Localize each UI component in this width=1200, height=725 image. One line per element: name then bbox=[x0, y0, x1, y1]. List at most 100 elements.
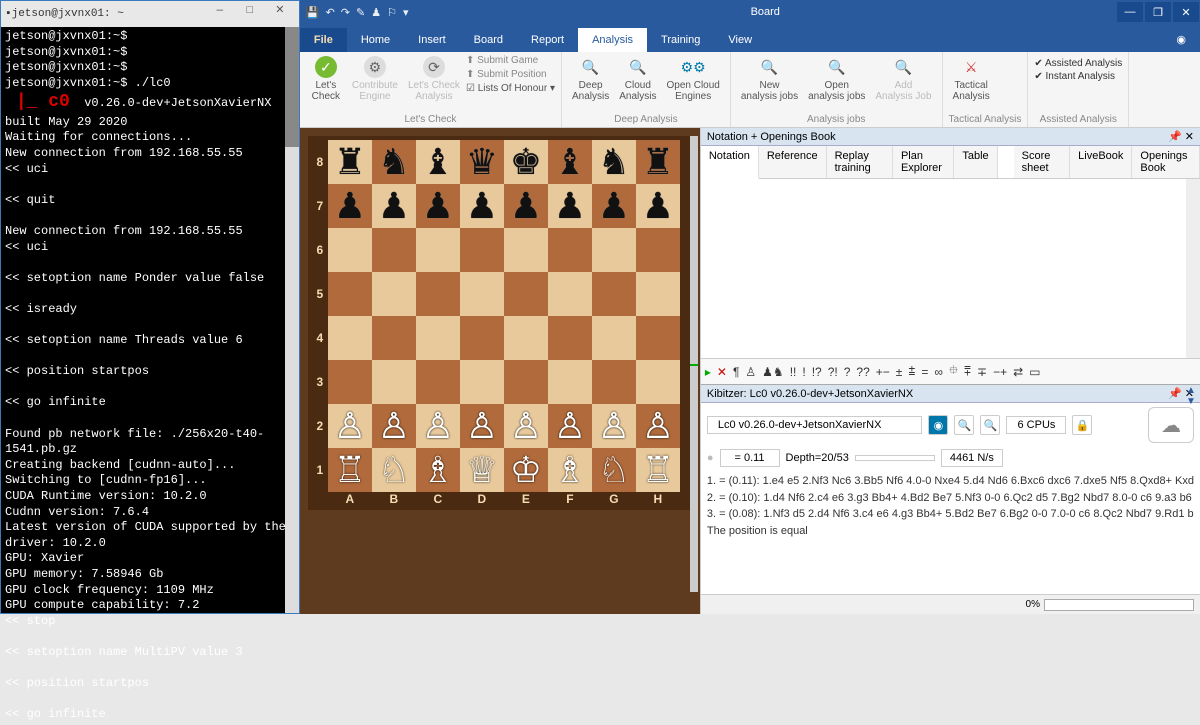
symbol-wslight[interactable]: ⩲ bbox=[908, 364, 915, 379]
notation-scrollbar[interactable] bbox=[1186, 179, 1200, 358]
square[interactable] bbox=[460, 360, 504, 404]
tab-report[interactable]: Report bbox=[517, 28, 578, 52]
cpu-count[interactable]: 6 CPUs bbox=[1006, 416, 1066, 434]
cloud-icon[interactable]: ☁ bbox=[1148, 407, 1194, 443]
symbol-blunder[interactable]: ?? bbox=[856, 365, 869, 379]
piece[interactable]: ♟ bbox=[554, 188, 586, 224]
app-close-button[interactable]: ✕ bbox=[1173, 2, 1199, 22]
undo-icon[interactable]: ↶ bbox=[326, 6, 335, 19]
square[interactable] bbox=[460, 316, 504, 360]
square[interactable] bbox=[372, 228, 416, 272]
zoom-in-icon[interactable]: 🔍 bbox=[954, 415, 974, 435]
nav-first-icon[interactable]: ▸ bbox=[705, 365, 711, 379]
app-minimize-button[interactable]: — bbox=[1117, 2, 1143, 22]
square[interactable]: ♕ bbox=[460, 448, 504, 492]
square[interactable]: ♙ bbox=[548, 404, 592, 448]
square[interactable]: ♗ bbox=[416, 448, 460, 492]
piece[interactable]: ♗ bbox=[422, 452, 454, 488]
lets-check-button[interactable]: ✓Let's Check bbox=[306, 54, 346, 112]
square[interactable]: ♚ bbox=[504, 140, 548, 184]
square[interactable] bbox=[460, 228, 504, 272]
piece[interactable]: ♘ bbox=[598, 452, 630, 488]
square[interactable] bbox=[328, 316, 372, 360]
square[interactable]: ♙ bbox=[416, 404, 460, 448]
square[interactable]: ♟ bbox=[328, 184, 372, 228]
square[interactable]: ♟ bbox=[548, 184, 592, 228]
piece[interactable]: ♚ bbox=[510, 144, 542, 180]
square[interactable]: ♛ bbox=[460, 140, 504, 184]
square[interactable] bbox=[548, 360, 592, 404]
brush-icon[interactable]: ✎ bbox=[356, 6, 365, 19]
notation-tab-openings[interactable]: Openings Book bbox=[1132, 146, 1200, 178]
piece[interactable]: ♟ bbox=[422, 188, 454, 224]
piece[interactable]: ♖ bbox=[642, 452, 674, 488]
piece[interactable]: ♘ bbox=[378, 452, 410, 488]
tab-file[interactable]: File bbox=[300, 28, 347, 52]
piece[interactable]: ♙ bbox=[554, 408, 586, 444]
notation-tab-scoresheet[interactable]: Score sheet bbox=[1014, 146, 1070, 178]
flag-icon[interactable]: ⚐ bbox=[387, 6, 397, 19]
square[interactable] bbox=[416, 272, 460, 316]
app-restore-button[interactable]: ❐ bbox=[1145, 2, 1171, 22]
square[interactable]: ♟ bbox=[592, 184, 636, 228]
tactical-analysis-button[interactable]: ⚔Tactical Analysis bbox=[949, 54, 994, 112]
notation-tab-plan[interactable]: Plan Explorer bbox=[893, 146, 954, 178]
chess-board[interactable]: 8♜♞♝♛♚♝♞♜7♟♟♟♟♟♟♟♟65432♙♙♙♙♙♙♙♙1♖♘♗♕♔♗♘♖… bbox=[312, 140, 688, 506]
piece[interactable]: ♙ bbox=[422, 408, 454, 444]
symbol-interesting[interactable]: !? bbox=[812, 365, 822, 379]
square[interactable]: ♖ bbox=[328, 448, 372, 492]
analysis-lines[interactable]: 1. = (0.11): 1.e4 e5 2.Nf3 Nc6 3.Bb5 Nf6… bbox=[701, 469, 1200, 594]
square[interactable]: ♝ bbox=[416, 140, 460, 184]
square[interactable]: ♙ bbox=[592, 404, 636, 448]
notation-tab-table[interactable]: Table bbox=[954, 146, 997, 178]
square[interactable]: ♟ bbox=[636, 184, 680, 228]
square[interactable] bbox=[504, 228, 548, 272]
square[interactable] bbox=[328, 272, 372, 316]
piece[interactable]: ♛ bbox=[466, 144, 498, 180]
symbol-bwin[interactable]: −+ bbox=[993, 365, 1007, 379]
minimize-button[interactable]: — bbox=[205, 4, 235, 24]
dropdown-icon[interactable]: ▾ bbox=[403, 6, 409, 19]
piece[interactable]: ♙ bbox=[334, 408, 366, 444]
square[interactable]: ♔ bbox=[504, 448, 548, 492]
piece[interactable]: ♜ bbox=[334, 144, 366, 180]
piece[interactable]: ♝ bbox=[554, 144, 586, 180]
new-analysis-jobs-button[interactable]: 🔍New analysis jobs bbox=[737, 54, 802, 112]
notation-tab-replay[interactable]: Replay training bbox=[827, 146, 893, 178]
symbol-equal[interactable]: = bbox=[921, 365, 928, 379]
symbol-swap[interactable]: ⇄ bbox=[1013, 365, 1023, 379]
piece[interactable]: ♞ bbox=[378, 144, 410, 180]
help-icon[interactable]: ◉ bbox=[1162, 27, 1200, 52]
app-titlebar[interactable]: 💾 ↶ ↷ ✎ ♟ ⚐ ▾ Board — ❐ ✕ bbox=[300, 0, 1200, 24]
tab-insert[interactable]: Insert bbox=[404, 28, 460, 52]
notation-panel-header[interactable]: Notation + Openings Book 📌 ✕ bbox=[701, 128, 1200, 146]
piece[interactable]: ♟ bbox=[466, 188, 498, 224]
square[interactable] bbox=[504, 360, 548, 404]
square[interactable]: ♙ bbox=[328, 404, 372, 448]
square[interactable] bbox=[372, 272, 416, 316]
square[interactable]: ♙ bbox=[636, 404, 680, 448]
terminal-body[interactable]: jetson@jxvnx01:~$ jetson@jxvnx01:~$ jets… bbox=[1, 27, 299, 725]
open-cloud-engines-button[interactable]: ⚙⚙Open Cloud Engines bbox=[662, 54, 723, 112]
square[interactable] bbox=[592, 316, 636, 360]
symbol-bbetter[interactable]: ∓ bbox=[977, 365, 987, 379]
symbol-comp[interactable]: ⯐ bbox=[949, 361, 958, 382]
piece[interactable]: ♙ bbox=[598, 408, 630, 444]
piece[interactable]: ♙ bbox=[466, 408, 498, 444]
square[interactable]: ♗ bbox=[548, 448, 592, 492]
piece[interactable]: ♟ bbox=[598, 188, 630, 224]
symbol-unclear[interactable]: ∞ bbox=[934, 365, 943, 379]
symbol-good[interactable]: !! bbox=[790, 365, 797, 379]
pv-line-2[interactable]: 2. = (0.10): 1.d4 Nf6 2.c4 e6 3.g3 Bb4+ … bbox=[707, 490, 1194, 507]
zoom-out-icon[interactable]: 🔍 bbox=[980, 415, 1000, 435]
square[interactable]: ♟ bbox=[416, 184, 460, 228]
piece[interactable]: ♟ bbox=[378, 188, 410, 224]
square[interactable]: ♞ bbox=[372, 140, 416, 184]
symbol-bad[interactable]: ? bbox=[844, 365, 851, 379]
tab-training[interactable]: Training bbox=[647, 28, 714, 52]
tab-home[interactable]: Home bbox=[347, 28, 404, 52]
assisted-analysis-checkbox[interactable]: ✔ Assisted Analysis bbox=[1034, 58, 1122, 69]
piece[interactable]: ♟ bbox=[642, 188, 674, 224]
symbol-wbetter[interactable]: ± bbox=[896, 365, 903, 379]
notation-tab-livebook[interactable]: LiveBook bbox=[1070, 146, 1132, 178]
